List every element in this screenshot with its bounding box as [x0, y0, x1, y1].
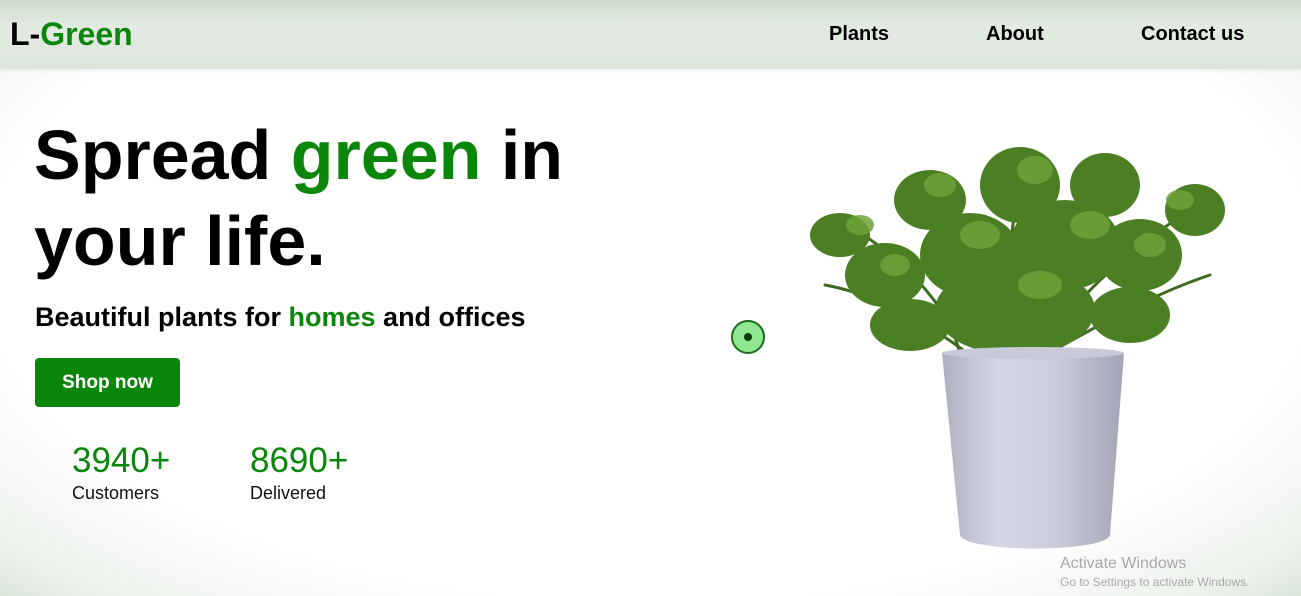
stat-customers-value: 3940+: [72, 441, 171, 480]
stat-delivered: 8690+ Delivered: [250, 440, 348, 504]
hero-title-part1: Spread: [34, 116, 291, 194]
shop-now-button[interactable]: Shop now: [35, 358, 180, 407]
stat-delivered-value: 8690+: [250, 441, 349, 480]
windows-activation-watermark: Activate Windows Go to Settings to activ…: [1060, 554, 1249, 590]
stat-customers-label: Customers: [72, 483, 160, 503]
potted-plant-image: [810, 147, 1225, 549]
hero-subtitle-part1: Beautiful plants for: [35, 302, 289, 332]
hero-title: Spread green in your life.: [34, 112, 674, 284]
logo-accent: Green: [40, 16, 133, 52]
navbar: L-Green Plants About Contact us: [0, 0, 1301, 69]
nav-link-contact[interactable]: Contact us: [1141, 21, 1244, 47]
logo-prefix: L-: [10, 16, 41, 52]
nav-link-about[interactable]: About: [986, 21, 1044, 47]
nav-link-plants[interactable]: Plants: [829, 21, 889, 47]
logo[interactable]: L-Green: [10, 14, 133, 54]
hero-subtitle-accent: homes: [288, 302, 376, 332]
hero-title-accent: green: [290, 116, 482, 194]
watermark-title: Activate Windows: [1060, 555, 1187, 572]
hero-subtitle: Beautiful plants for homes and offices: [35, 300, 526, 334]
cursor-icon: [731, 320, 765, 354]
watermark-subtitle: Go to Settings to activate Windows.: [1060, 575, 1250, 589]
stat-customers: 3940+ Customers: [72, 440, 170, 504]
stat-delivered-label: Delivered: [250, 483, 327, 503]
hero-subtitle-part2: and offices: [375, 302, 526, 332]
